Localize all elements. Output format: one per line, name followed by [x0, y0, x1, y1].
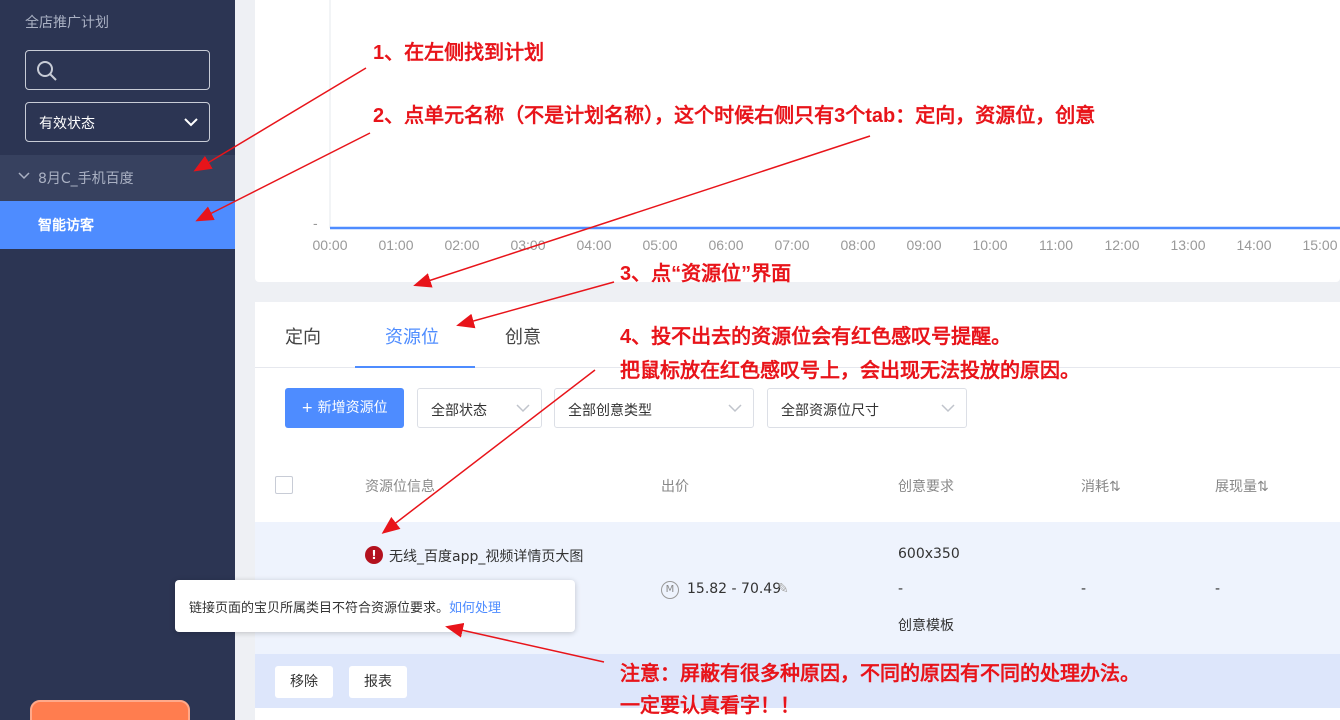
- arrow-2: [195, 132, 371, 222]
- arrow-2b: [413, 135, 871, 288]
- arrow-1: [193, 67, 367, 172]
- arrow-note: [445, 622, 605, 663]
- annotation-arrows: [193, 67, 871, 663]
- arrow-4: [381, 369, 596, 534]
- arrow-3: [456, 281, 615, 329]
